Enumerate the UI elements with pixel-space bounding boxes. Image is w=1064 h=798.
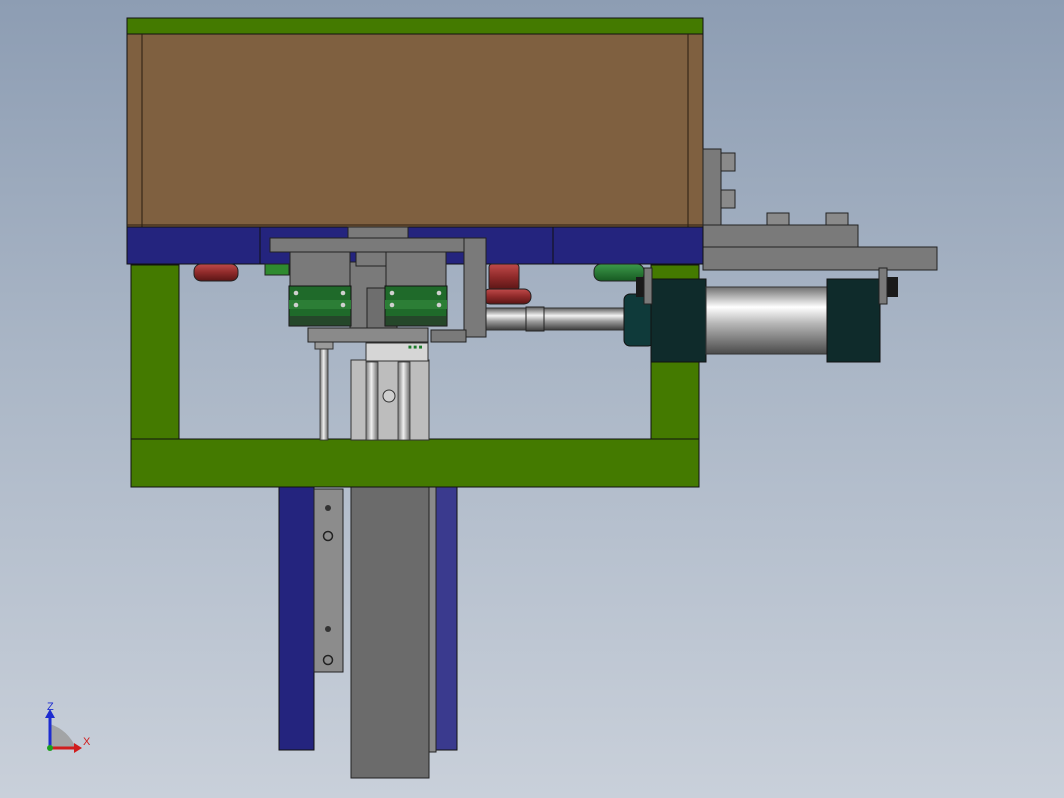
front-end-cap [650, 278, 707, 363]
thin-guide-rod [319, 344, 329, 441]
triad-y-cone [50, 724, 76, 748]
block-left-bolt-1 [293, 290, 299, 296]
green-frame-bottom-bar [130, 438, 700, 488]
central-mechanism [269, 226, 487, 343]
green-frame-left-leg [130, 264, 180, 446]
block-right-bolt-2 [436, 290, 442, 296]
bracket-bolt-2 [720, 189, 736, 209]
guided-rod-2 [397, 361, 411, 441]
top-wood-plate-assembly [126, 17, 704, 232]
bracket-bolt-4 [825, 212, 849, 226]
rail-bolt-1 [325, 505, 331, 511]
cad-viewport[interactable]: ■ ■ ■ Z X [0, 0, 1064, 798]
slide-edge-strip [428, 486, 437, 753]
linear-block-right-housing [385, 251, 447, 287]
block-right-foot [385, 316, 447, 326]
center-top-block [347, 226, 409, 239]
rear-end-cap [826, 278, 881, 363]
cylinder-port [382, 389, 396, 403]
gray-slide-plate [350, 486, 430, 779]
small-link-block [355, 251, 387, 267]
fitting-marks: ■ ■ ■ [408, 345, 423, 351]
lower-plate [307, 327, 429, 343]
tie-rod-bracket-rear [878, 267, 888, 305]
horizontal-cylinder-assembly [484, 267, 898, 363]
linear-block-left-housing [289, 251, 351, 287]
bracket-top-plate [702, 224, 859, 248]
piston-rod [484, 307, 629, 331]
blue-plate-left [126, 226, 261, 265]
long-cross-bar [269, 237, 468, 253]
block-right-bolt-4 [436, 302, 442, 308]
coordinate-triad: Z X [45, 701, 91, 753]
green-top-strip [126, 17, 704, 35]
rod-nut [525, 306, 545, 332]
lower-plate-right [430, 329, 467, 343]
blue-plate-right [552, 226, 704, 265]
block-left-bolt-4 [340, 302, 346, 308]
right-drop-bracket [463, 237, 487, 338]
green-strip-left [264, 263, 290, 276]
bracket-bolt-3 [766, 212, 790, 226]
lower-column-assembly [278, 486, 458, 779]
y-axis-dot [47, 745, 53, 751]
tie-rod-bracket-front [643, 267, 653, 305]
block-left-bolt-2 [340, 290, 346, 296]
z-axis-label: Z [47, 701, 54, 713]
linear-rail-strip [313, 488, 344, 673]
x-axis-label: X [83, 736, 91, 748]
red-cap-center-base [482, 288, 532, 305]
red-cap-center-stem [488, 263, 520, 291]
guided-rod-1 [365, 361, 379, 441]
wood-plate [126, 17, 704, 232]
right-mount-bracket [702, 148, 938, 271]
cylinder-barrel [705, 286, 828, 355]
red-cap-left [193, 263, 239, 282]
blue-vertical-plate-left [278, 486, 315, 751]
block-left-foot [289, 316, 351, 326]
block-right-bolt-1 [389, 290, 395, 296]
vertical-guide-assembly: ■ ■ ■ [314, 336, 430, 441]
block-right-bolt-3 [389, 302, 395, 308]
bracket-long-plate [702, 246, 938, 271]
rail-bolt-3 [325, 626, 331, 632]
blue-vertical-plate-right [434, 486, 458, 751]
block-left-bolt-3 [293, 302, 299, 308]
bracket-bolt-1 [720, 152, 736, 172]
x-axis-arrowhead [74, 743, 82, 753]
